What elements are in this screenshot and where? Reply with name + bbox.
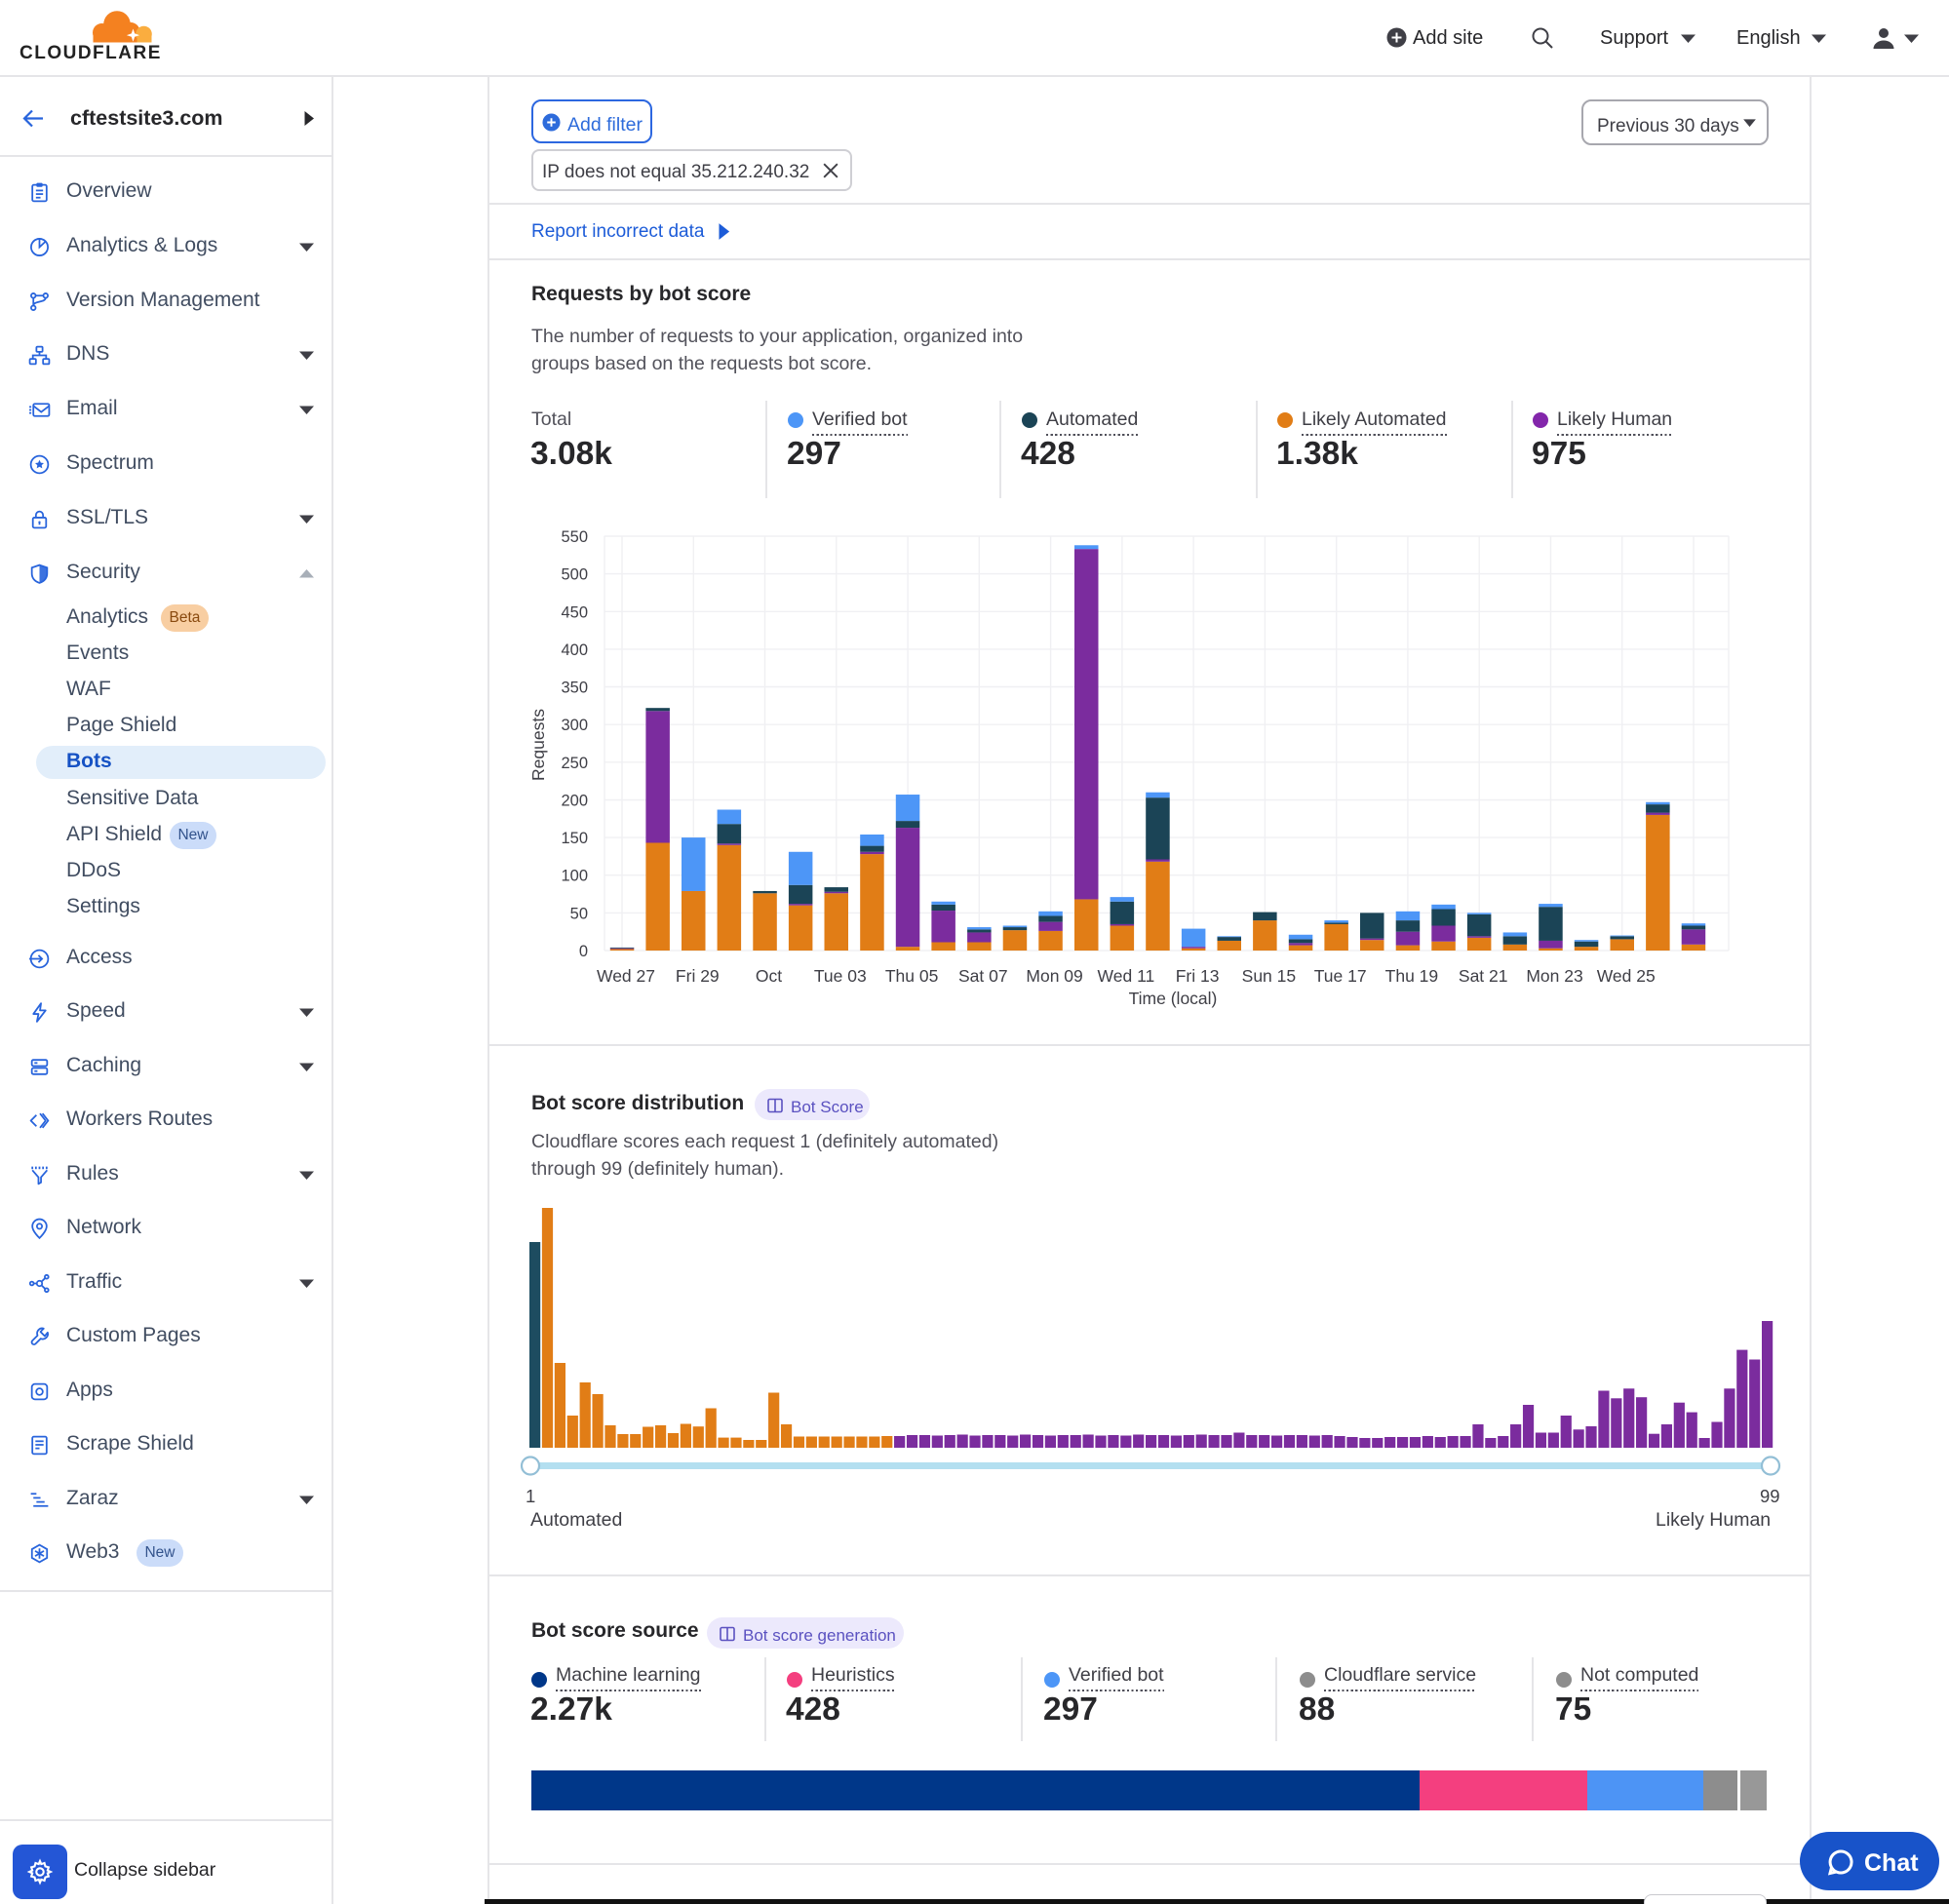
svg-text:Wed 25: Wed 25 bbox=[1597, 966, 1656, 986]
svg-text:Sun 15: Sun 15 bbox=[1242, 966, 1296, 986]
svg-text:Time (local): Time (local) bbox=[1129, 989, 1218, 1008]
svg-text:550: 550 bbox=[561, 528, 588, 546]
svg-text:Tue 17: Tue 17 bbox=[1314, 966, 1367, 986]
svg-text:Requests: Requests bbox=[528, 709, 548, 781]
svg-text:Sat 07: Sat 07 bbox=[958, 966, 1008, 986]
svg-text:150: 150 bbox=[561, 830, 588, 847]
svg-text:Wed 27: Wed 27 bbox=[597, 966, 655, 986]
svg-text:Tue 03: Tue 03 bbox=[814, 966, 867, 986]
svg-text:Thu 19: Thu 19 bbox=[1385, 966, 1438, 986]
svg-text:Wed 11: Wed 11 bbox=[1098, 966, 1155, 986]
svg-text:200: 200 bbox=[561, 793, 588, 810]
svg-text:300: 300 bbox=[561, 717, 588, 734]
svg-text:Sat 21: Sat 21 bbox=[1459, 966, 1508, 986]
svg-text:400: 400 bbox=[561, 641, 588, 659]
svg-text:Fri 13: Fri 13 bbox=[1176, 966, 1220, 986]
svg-text:0: 0 bbox=[579, 943, 588, 960]
svg-text:Mon 09: Mon 09 bbox=[1026, 966, 1082, 986]
svg-text:Mon 23: Mon 23 bbox=[1526, 966, 1582, 986]
svg-text:Thu 05: Thu 05 bbox=[885, 966, 938, 986]
svg-text:50: 50 bbox=[570, 905, 588, 922]
svg-text:350: 350 bbox=[561, 680, 588, 697]
svg-text:100: 100 bbox=[561, 868, 588, 885]
svg-text:500: 500 bbox=[561, 566, 588, 584]
svg-text:450: 450 bbox=[561, 603, 588, 621]
svg-text:Oct: Oct bbox=[756, 966, 782, 986]
svg-text:Fri 29: Fri 29 bbox=[676, 966, 720, 986]
svg-text:250: 250 bbox=[561, 755, 588, 772]
